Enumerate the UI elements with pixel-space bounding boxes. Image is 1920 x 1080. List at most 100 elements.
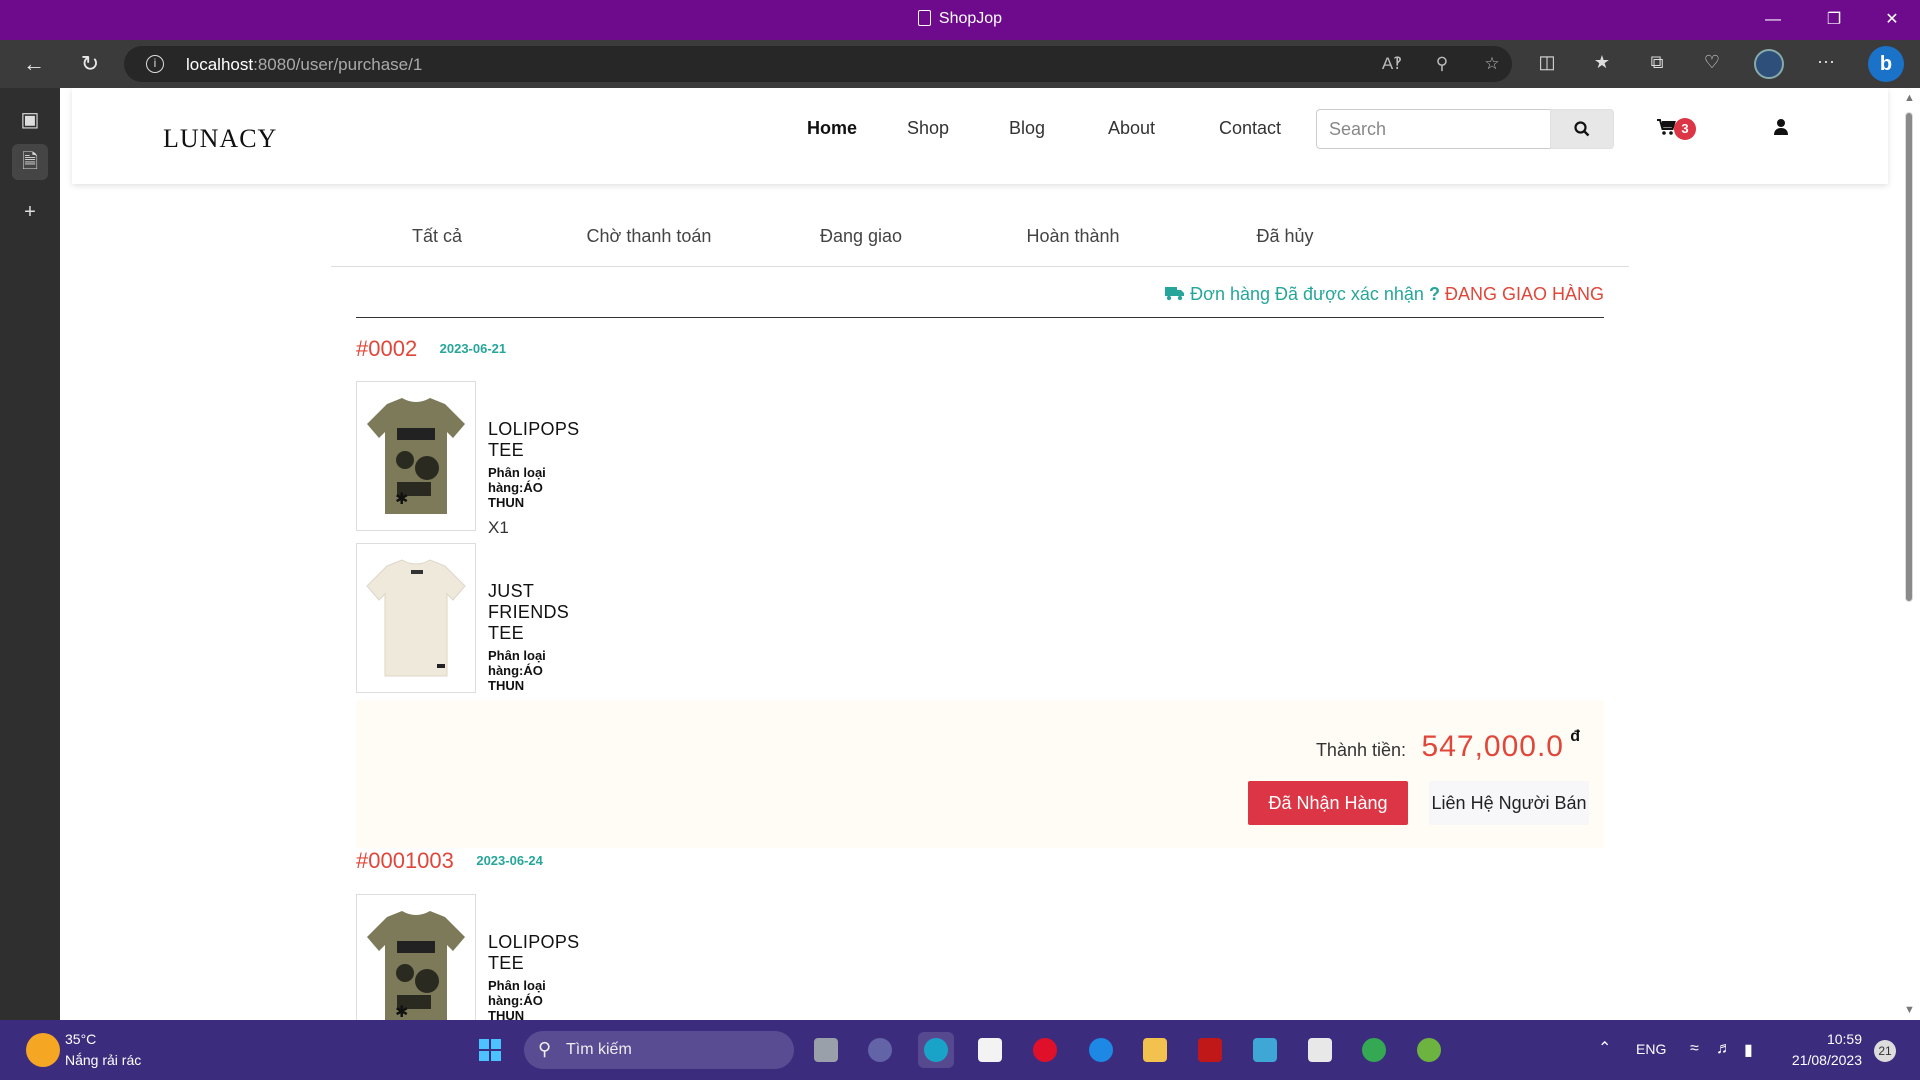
svg-text:✱: ✱: [395, 489, 408, 508]
order-status-line: Đơn hàng Đã được xác nhận ? ĐANG GIAO HÀ…: [356, 284, 1604, 318]
spring-tool-icon[interactable]: [1411, 1032, 1447, 1068]
collections-icon[interactable]: ⧉: [1644, 52, 1670, 76]
shipping-status: ĐANG GIAO HÀNG: [1444, 284, 1604, 304]
notification-count-badge[interactable]: 21: [1874, 1040, 1896, 1062]
start-button[interactable]: [472, 1032, 508, 1068]
taskbar-search[interactable]: ⚲ Tìm kiếm: [524, 1031, 794, 1069]
product-name[interactable]: JUST FRIENDS TEE: [488, 581, 569, 644]
contact-seller-button[interactable]: Liên Hệ Người Bán: [1429, 781, 1589, 825]
search-icon: ⚲: [538, 1039, 552, 1059]
teams-chat-icon[interactable]: [862, 1032, 898, 1068]
truck-icon: [1165, 284, 1190, 304]
new-tab-icon[interactable]: +: [12, 194, 48, 230]
browser-titlebar: ShopJop — ❐ ✕: [0, 0, 1920, 40]
search-icon: [1574, 121, 1590, 137]
menu-blog[interactable]: Blog: [1009, 118, 1045, 139]
weather-temperature[interactable]: 35°C: [65, 1031, 96, 1047]
order-id: #0002: [356, 336, 418, 361]
split-screen-icon[interactable]: ◫: [1534, 52, 1560, 76]
browser-toolbar: ← ↻ i localhost:8080/user/purchase/1 A‽ …: [0, 40, 1920, 88]
product-info: LOLIPOPS TEE Phân loại hàng:ÁO THUN X1: [488, 932, 579, 1020]
clock-date[interactable]: 21/08/2023: [1770, 1052, 1862, 1068]
product-name[interactable]: LOLIPOPS TEE: [488, 932, 579, 974]
site-logo[interactable]: LUNACY: [163, 124, 277, 154]
total-label: Thành tiền:: [1315, 740, 1406, 760]
tab-actions-icon[interactable]: ▣: [12, 102, 48, 138]
menu-about[interactable]: About: [1108, 118, 1155, 139]
menu-home[interactable]: Home: [807, 118, 857, 139]
product-info: LOLIPOPS TEE Phân loại hàng:ÁO THUN X1: [488, 419, 579, 538]
back-icon[interactable]: ←: [18, 48, 50, 80]
current-tab-icon[interactable]: 🗎: [12, 144, 48, 180]
svg-text:✱: ✱: [395, 1002, 408, 1020]
battery-icon[interactable]: ▮: [1744, 1040, 1753, 1060]
restore-button[interactable]: ❐: [1806, 0, 1862, 40]
weather-description[interactable]: Nắng rải rác: [65, 1052, 141, 1068]
tab-cancelled[interactable]: Đã hủy: [1155, 226, 1415, 247]
help-app-icon[interactable]: [1083, 1032, 1119, 1068]
search-button[interactable]: [1550, 109, 1614, 149]
refresh-icon[interactable]: ↻: [74, 48, 106, 80]
scrollbar-thumb[interactable]: [1905, 112, 1913, 602]
scroll-up-icon[interactable]: ▲: [1904, 92, 1915, 104]
menu-contact[interactable]: Contact: [1219, 118, 1281, 139]
order-header: #0001003 2023-06-24: [356, 848, 543, 874]
paint-app-icon[interactable]: [1247, 1032, 1283, 1068]
terminal-app-icon[interactable]: [1302, 1032, 1338, 1068]
performance-icon[interactable]: ♡: [1699, 52, 1725, 76]
product-name[interactable]: LOLIPOPS TEE: [488, 419, 579, 461]
search-input[interactable]: [1316, 109, 1552, 149]
chrome-icon[interactable]: [1356, 1032, 1392, 1068]
order-date: 2023-06-24: [476, 853, 543, 868]
product-quantity: X1: [488, 518, 509, 537]
close-window-button[interactable]: ✕: [1864, 0, 1920, 40]
order-id: #0001003: [356, 848, 454, 873]
zoom-out-icon[interactable]: ⚲: [1430, 54, 1454, 74]
wifi-icon[interactable]: ≈: [1690, 1040, 1699, 1058]
volume-icon[interactable]: ♬: [1716, 1040, 1732, 1058]
page-icon: [917, 10, 931, 26]
cart-count-badge: 3: [1674, 118, 1696, 140]
product-image: [356, 543, 476, 693]
user-account-icon[interactable]: [1772, 118, 1792, 138]
site-info-icon[interactable]: i: [146, 55, 164, 73]
microsoft-store-icon[interactable]: [972, 1032, 1008, 1068]
windows-logo-icon: [479, 1039, 501, 1061]
more-options-icon[interactable]: ⋯: [1813, 52, 1839, 76]
language-indicator[interactable]: ENG: [1636, 1041, 1666, 1057]
read-aloud-icon[interactable]: A‽: [1380, 54, 1404, 74]
favorite-star-icon[interactable]: ☆: [1480, 54, 1504, 74]
site-header: LUNACY Home Shop Blog About Contact 3: [72, 88, 1888, 184]
window-title-text: ShopJop: [938, 10, 1003, 27]
confirmation-text: Đơn hàng Đã được xác nhận: [1190, 284, 1424, 304]
page-scrollbar[interactable]: ▲ ▼: [1900, 88, 1920, 1020]
weather-sun-icon[interactable]: [26, 1033, 60, 1067]
taskbar-search-label: Tìm kiếm: [566, 1041, 632, 1058]
browser-profile-avatar[interactable]: [1754, 49, 1784, 79]
address-bar[interactable]: i localhost:8080/user/purchase/1 A‽ ⚲ ☆: [124, 46, 1512, 82]
scroll-down-icon[interactable]: ▼: [1904, 1004, 1915, 1016]
edge-browser-icon[interactable]: [918, 1032, 954, 1068]
minimize-button[interactable]: —: [1745, 0, 1801, 40]
tray-chevron-icon[interactable]: ⌃: [1598, 1038, 1611, 1058]
clock-time[interactable]: 10:59: [1790, 1031, 1862, 1047]
product-category: Phân loại hàng:ÁO THUN: [488, 648, 546, 693]
menu-shop[interactable]: Shop: [907, 118, 949, 139]
total-amount: 547,000.0: [1421, 730, 1564, 763]
mcafee-icon[interactable]: [1192, 1032, 1228, 1068]
file-explorer-icon[interactable]: [1137, 1032, 1173, 1068]
product-category: Phân loại hàng:ÁO THUN: [488, 978, 546, 1020]
favorites-icon[interactable]: ★: [1589, 52, 1615, 76]
url-text[interactable]: localhost:8080/user/purchase/1: [186, 55, 422, 75]
currency-symbol: đ: [1570, 728, 1580, 745]
task-view-icon[interactable]: [808, 1032, 844, 1068]
received-order-button[interactable]: Đã Nhận Hàng: [1248, 781, 1408, 825]
help-icon[interactable]: ?: [1429, 284, 1440, 304]
opera-icon[interactable]: [1027, 1032, 1063, 1068]
bing-copilot-icon[interactable]: b: [1868, 46, 1904, 82]
window-title: ShopJop: [0, 10, 1920, 28]
page-viewport: LUNACY Home Shop Blog About Contact 3 Tấ…: [60, 88, 1900, 1020]
product-image: ✱: [356, 381, 476, 531]
product-category: Phân loại hàng:ÁO THUN: [488, 465, 546, 510]
order-date: 2023-06-21: [439, 341, 507, 356]
